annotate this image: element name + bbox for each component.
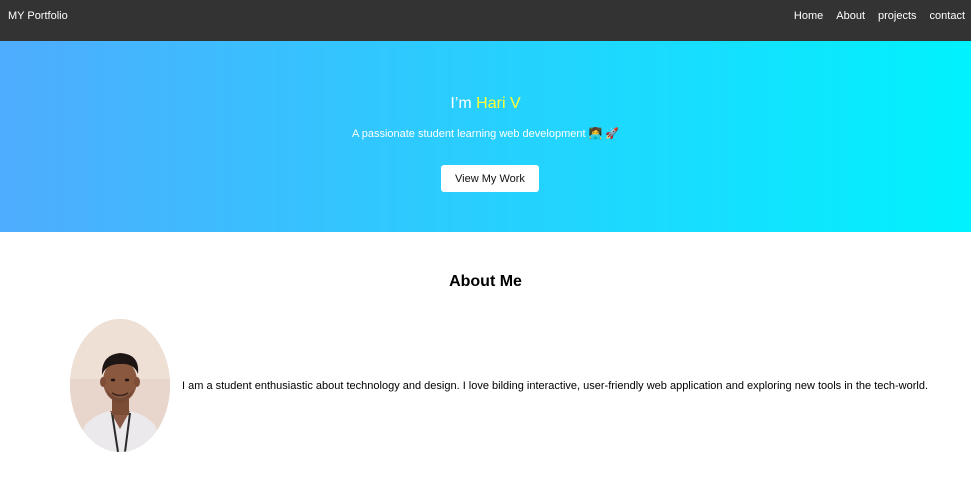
nav-links: Home About projects contact bbox=[781, 10, 965, 23]
nav-link-home[interactable]: Home bbox=[794, 10, 823, 23]
navbar: MY Portfolio Home About projects contact bbox=[0, 0, 971, 41]
nav-link-contact[interactable]: contact bbox=[930, 10, 965, 23]
hero-title-prefix: I’m bbox=[450, 95, 477, 112]
hero-section: I’m Hari V A passionate student learning… bbox=[0, 41, 971, 232]
brand-logo-text[interactable]: MY Portfolio bbox=[8, 10, 68, 23]
hero-title: I’m Hari V bbox=[0, 94, 971, 113]
nav-link-about[interactable]: About bbox=[836, 10, 865, 23]
hero-name: Hari V bbox=[476, 95, 521, 112]
profile-photo bbox=[70, 319, 170, 452]
nav-link-projects[interactable]: projects bbox=[878, 10, 917, 23]
profile-photo-illustration bbox=[70, 319, 170, 452]
view-my-work-button[interactable]: View My Work bbox=[441, 165, 539, 192]
about-heading: About Me bbox=[449, 273, 522, 290]
about-description: I am a student enthusiastic about techno… bbox=[182, 380, 928, 392]
hero-tagline: A passionate student learning web develo… bbox=[351, 128, 620, 140]
